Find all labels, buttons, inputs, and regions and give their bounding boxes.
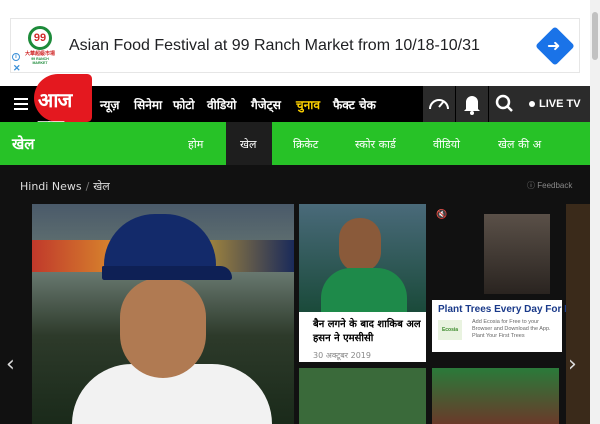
nav-item-photo[interactable]: फोटो: [173, 96, 195, 113]
section-title[interactable]: खेल: [12, 134, 34, 154]
scrollbar-thumb[interactable]: [592, 12, 598, 60]
aaj-tak-logo[interactable]: आज तक: [34, 74, 92, 139]
ecosia-ad[interactable]: 🔇 Plant Trees Every Day For F Ecosia Add…: [432, 204, 570, 352]
next-story-peek[interactable]: [566, 204, 590, 424]
story-card-image: [299, 204, 426, 312]
tab-video[interactable]: वीडियो: [433, 137, 460, 152]
breadcrumb-home[interactable]: Hindi News: [20, 180, 82, 193]
tab-sports-more[interactable]: खेल की अ: [498, 137, 541, 152]
tab-sports[interactable]: खेल: [240, 137, 256, 152]
story-card[interactable]: बैन लगने के बाद शाकिब अल हसन ने एमसीसी 3…: [299, 204, 426, 362]
nav-item-news[interactable]: न्यूज़: [100, 96, 119, 113]
story-card-title[interactable]: बैन लगने के बाद शाकिब अल हसन ने एमसीसी: [313, 318, 423, 346]
tab-cricket[interactable]: क्रिकेट: [293, 137, 318, 152]
top-ad-banner[interactable]: 99 大華超級市場 99 RANCH MARKET i ✕ Asian Food…: [10, 18, 580, 73]
feedback-link[interactable]: ⓘ Feedback: [527, 180, 572, 191]
tab-home[interactable]: होम: [188, 137, 203, 152]
ad-headline[interactable]: Plant Trees Every Day For F: [438, 304, 570, 315]
chevron-left-icon[interactable]: ‹: [6, 352, 15, 377]
ad-close-icon[interactable]: ✕: [13, 63, 21, 74]
story-card-player[interactable]: [432, 368, 559, 424]
ranch-market-logo: 99 大華超級市場 99 RANCH MARKET: [25, 26, 55, 65]
ad-title[interactable]: Asian Food Festival at 99 Ranch Market f…: [69, 37, 480, 55]
ecosia-logo: Ecosia: [438, 320, 462, 340]
breadcrumb: Hindi News / खेल: [20, 180, 110, 193]
section-nav: खेल होम खेल क्रिकेट स्कोर कार्ड वीडियो ख…: [0, 122, 590, 165]
chevron-right-icon[interactable]: ›: [568, 352, 577, 377]
story-card-cricket-ground[interactable]: [299, 368, 426, 424]
live-dot-icon: [529, 101, 535, 107]
ad-description: Add Ecosia for Free to your Browser and …: [472, 319, 551, 339]
speedometer-icon[interactable]: [423, 86, 455, 122]
ad-video[interactable]: [484, 214, 550, 294]
page-scrollbar[interactable]: [590, 0, 600, 424]
hero-story-image[interactable]: [32, 204, 294, 424]
ad-directions-icon[interactable]: ➜: [535, 26, 575, 66]
hamburger-menu-icon[interactable]: [14, 98, 28, 110]
tab-scorecard[interactable]: स्कोर कार्ड: [355, 137, 396, 152]
nav-item-video[interactable]: वीडियो: [207, 96, 236, 113]
mute-icon[interactable]: 🔇: [436, 210, 447, 220]
top-nav: आज तक न्यूज़ सिनेमा फोटो वीडियो गैजेट्स …: [0, 74, 590, 139]
breadcrumb-current: खेल: [93, 180, 110, 193]
nav-item-elections[interactable]: चुनाव: [296, 96, 320, 113]
live-tv-button[interactable]: LIVE TV: [520, 86, 590, 122]
ad-info-icon[interactable]: i: [12, 53, 20, 61]
nav-item-gadgets[interactable]: गैजेट्स: [251, 96, 281, 113]
story-card-date: 30 अक्टूबर 2019: [313, 351, 371, 360]
nav-item-fact-check[interactable]: फैक्ट चेक: [333, 96, 376, 113]
search-icon[interactable]: [489, 86, 521, 122]
nav-item-cinema[interactable]: सिनेमा: [134, 96, 162, 113]
bell-icon[interactable]: [456, 86, 488, 122]
